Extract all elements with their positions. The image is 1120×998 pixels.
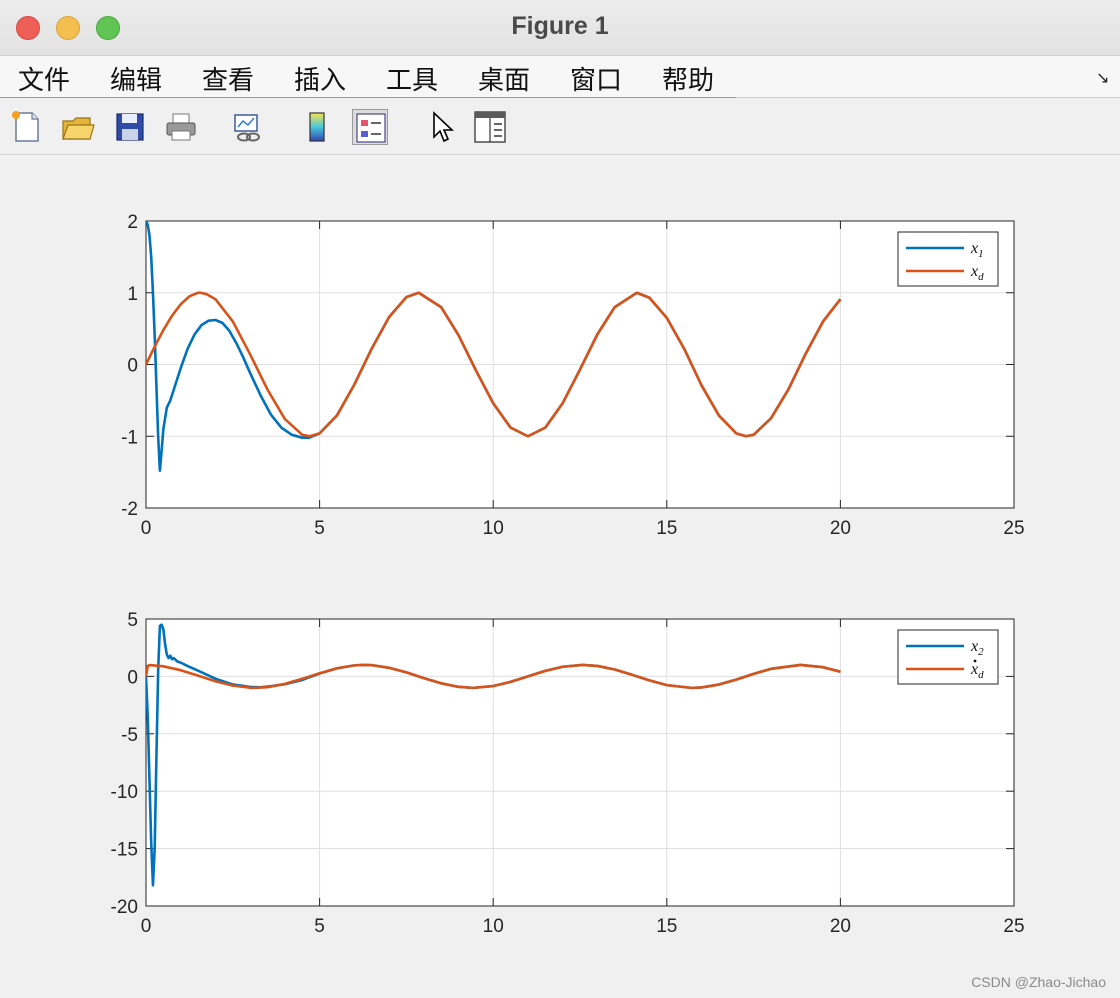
x-tick-label: 5: [314, 518, 325, 539]
x-tick-label: 0: [141, 916, 152, 937]
menu-desktop[interactable]: 桌面: [478, 60, 530, 97]
y-tick-label: -5: [121, 725, 138, 746]
axes-1: 0 5 10 15 20 25210-1-2x1xd: [121, 212, 1024, 539]
save-icon[interactable]: [112, 109, 148, 145]
y-tick-label: -20: [111, 897, 138, 918]
y-tick-label: -2: [121, 499, 138, 520]
property-editor-icon[interactable]: [472, 109, 508, 145]
x-tick-label: 15: [656, 916, 677, 937]
x-tick-label: 20: [830, 518, 851, 539]
figure-toolbar: [0, 99, 1120, 155]
menu-collapse-icon[interactable]: ↘: [1096, 68, 1109, 88]
x-tick-label: 10: [483, 518, 504, 539]
window-title: Figure 1: [511, 12, 609, 40]
open-file-icon[interactable]: [60, 109, 96, 145]
x-tick-label: 15: [656, 518, 677, 539]
y-tick-label: 0: [127, 356, 138, 377]
plot-area: [146, 619, 1014, 906]
y-tick-label: 1: [127, 284, 138, 305]
y-tick-label: -10: [111, 782, 138, 803]
legend-dot-accent: [973, 659, 977, 663]
y-tick-label: 2: [127, 212, 138, 233]
y-tick-label: -15: [111, 840, 138, 861]
menu-tools[interactable]: 工具: [386, 60, 438, 97]
x-tick-label: 20: [830, 916, 851, 937]
figure-canvas: 0 5 10 15 20 25210-1-2x1xd0 5 10 15 20 2550-5-10-1…: [111, 212, 1025, 937]
axes-2: 0 5 10 15 20 25 5 0 -5 -10 -15 -20 x2xd: [111, 610, 1025, 937]
menu-edit[interactable]: 编辑: [110, 60, 162, 97]
legend: x2xd: [897, 629, 999, 685]
menu-view[interactable]: 查看: [202, 60, 254, 97]
window-titlebar: Figure 1: [0, 0, 1120, 56]
link-plot-icon[interactable]: [230, 109, 266, 145]
x-tick-label: 0: [141, 518, 152, 539]
menu-insert[interactable]: 插入: [294, 60, 346, 97]
legend: x1xd: [897, 231, 999, 287]
menu-help[interactable]: 帮助: [662, 60, 714, 97]
menu-window[interactable]: 窗口: [570, 60, 622, 97]
x-tick-label: 5: [314, 916, 325, 937]
y-tick-label: 0: [127, 667, 138, 688]
colorbar-icon[interactable]: [300, 109, 336, 145]
y-tick-label: -1: [121, 427, 138, 448]
legend-icon[interactable]: [352, 109, 388, 145]
x-tick-label: 25: [1003, 916, 1024, 937]
y-tick-label: 5: [127, 610, 138, 631]
edit-plot-cursor-icon[interactable]: [424, 109, 460, 145]
x-tick-label: 25: [1003, 518, 1024, 539]
menu-divider: [0, 97, 736, 98]
watermark-text: CSDN @Zhao-Jichao: [971, 974, 1106, 990]
menu-file[interactable]: 文件: [18, 60, 70, 97]
new-figure-icon[interactable]: [8, 109, 44, 145]
menu-bar: 文件 编辑 查看 插入 工具 桌面 窗口 帮助: [0, 56, 1120, 98]
x-tick-label: 10: [483, 916, 504, 937]
print-icon[interactable]: [163, 109, 199, 145]
